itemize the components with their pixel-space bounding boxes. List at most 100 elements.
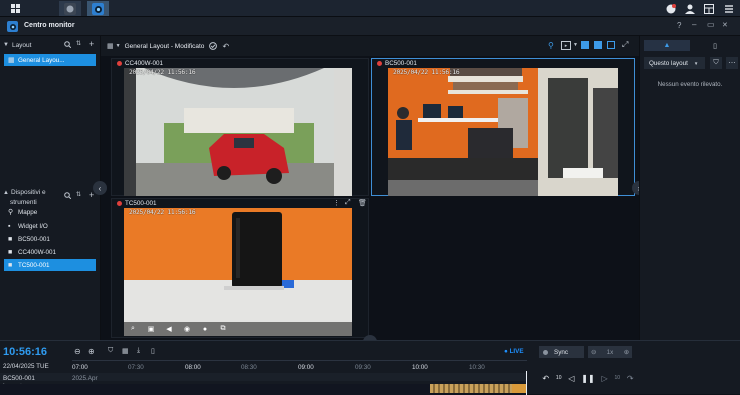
undo-icon[interactable]: ↶ [222,42,229,51]
restore-button[interactable]: ▭ [707,20,715,29]
bookmark-icon[interactable]: ▯ [151,347,155,355]
layout-item-general[interactable]: ▦ General Layou... [4,54,96,66]
devices-section-header[interactable]: ▲ Dispositivi e strumenti [3,188,63,207]
device-item-label: CC400W-001 [18,248,57,256]
volume-icon[interactable]: ◀ [164,325,174,333]
speed-label: 1x [606,348,614,356]
tab-bookmarks[interactable]: ▯ [692,40,738,51]
camera-icon: ■ [8,261,13,269]
camera-timestamp: 2025/04/22 11:56:16 [393,69,460,76]
chevron-down-icon[interactable]: ▼ [573,42,578,48]
recording-dot-icon [117,61,122,66]
device-item-bc500[interactable]: ■ BC500-001 [4,233,96,245]
skip-forward-label[interactable]: 10 [614,375,620,381]
fit-view-icon[interactable] [594,41,602,49]
speed-decrease-icon[interactable]: ⊖ [591,349,596,356]
chevron-down-icon: ▼ [693,60,699,66]
live-indicator[interactable]: ● LIVE [504,348,524,355]
clock-time: 10:56:16 [3,346,48,358]
zoom-in-icon[interactable]: ⊕ [88,347,95,356]
next-frame-icon[interactable]: ▷ [601,374,607,383]
sort-icon[interactable]: ⇅ [76,191,81,198]
more-options-icon[interactable]: ⋮ [333,199,340,207]
chat-icon[interactable] [664,1,678,16]
ptz-icon[interactable]: ⧉ [218,325,228,333]
layout-section-header[interactable]: ▼ Layout [0,38,100,52]
search-icon[interactable] [64,41,71,48]
pin-icon[interactable]: ⚲ [548,41,554,50]
calendar-icon[interactable]: ▦ [122,347,129,355]
step-forward-icon[interactable]: ↷ [627,374,634,383]
pause-icon[interactable]: ❚❚ [581,374,594,383]
app-logo-icon [7,21,18,34]
timeline-ruler-line [72,360,527,361]
camera-controls: ⌕ ▣ ◀ ◉ ● ⧉ [124,322,352,336]
record-icon[interactable]: ● [200,326,210,333]
chevron-down-icon[interactable]: ▼ [116,43,121,49]
layout-toolbar: ▦ ▼ General Layout - Modificato ↶ ⚲ ▸ ▼ … [101,36,639,56]
device-item-widget-io[interactable]: ▪ Widget I/O [4,220,96,232]
download-icon[interactable]: ⤓ [137,347,140,355]
camera-tile-tc500[interactable]: TC500-001 ⋮ ⤢ 🗑 2025/04/22 11:56:16 ⌕ ▣ … [111,198,369,338]
tick-major: 08:00 [185,364,201,371]
grid-view-icon[interactable] [581,41,589,49]
device-item-tc500[interactable]: ■ TC500-001 [4,259,96,271]
prev-frame-icon[interactable]: ◁ [568,374,574,383]
camera-name: CC400W-001 [125,60,164,67]
user-icon[interactable] [683,1,697,16]
collapse-icon[interactable]: ▼ [3,42,9,48]
minimize-button[interactable]: – [692,20,696,29]
fullscreen-icon[interactable]: ⤢ [622,40,628,50]
add-icon[interactable]: + [89,39,94,49]
recording-dot-icon [377,61,382,66]
filter-icon[interactable]: ⛉ [710,57,722,69]
tab-events[interactable]: ▲ [644,40,690,51]
collapse-icon[interactable]: ▲ [3,189,9,198]
widgets-icon[interactable] [702,1,716,16]
zoom-icon[interactable]: ⌕ [128,325,138,333]
device-item-mappe[interactable]: ⚲ Mappe [4,206,96,218]
layout-filter-select[interactable]: Questo layout ▼ [644,57,705,69]
snapshot-icon[interactable]: ◉ [182,325,192,333]
camera-tile-cc400w[interactable]: CC400W-001 2025/04/22 11:56:16 [111,58,369,196]
camera-tile-bc500[interactable]: BC500-001 2025/04/22 11:56:16 [371,58,635,196]
speed-increase-icon[interactable]: ⊕ [624,349,629,356]
step-back-icon[interactable]: ↶ [542,374,549,383]
search-icon[interactable] [64,192,71,199]
live-view-area: ▦ ▼ General Layout - Modificato ↶ ⚲ ▸ ▼ … [93,36,646,349]
speed-control[interactable]: ⊖ 1x ⊕ [588,346,632,358]
surveillance-app-icon[interactable] [87,1,109,16]
fisheye-icon[interactable]: ▣ [146,325,156,333]
recording-track[interactable] [0,384,527,395]
bookmark-icon: ▯ [713,42,717,50]
main-menu-icon[interactable] [4,1,26,16]
layout-grid-icon[interactable]: ▦ [107,42,114,50]
close-button[interactable]: ✕ [722,21,728,29]
overlay-icon[interactable]: ▸ [561,41,571,50]
playhead[interactable] [526,371,527,395]
taskbar-app-icon[interactable] [59,1,81,16]
window-icon[interactable] [607,41,615,49]
timeline-panel: 10:56:16 22/04/2025 TUE ⊖ ⊕ ⛉ ▦ ⤓ ▯ ● LI… [0,340,740,395]
track-date: 2025.Apr [72,375,98,382]
sync-button[interactable]: Sync [539,346,584,358]
help-button[interactable]: ? [677,21,681,30]
confirm-icon[interactable] [209,42,218,50]
sort-icon[interactable]: ⇅ [76,40,81,47]
device-item-cc400w[interactable]: ■ CC400W-001 [4,246,96,258]
recording-segment [512,384,526,393]
expand-icon[interactable]: ⤢ [345,199,351,207]
track-name: BC500-001 [3,375,35,382]
delete-icon[interactable]: 🗑 [358,199,367,207]
left-panel: ▼ Layout ⇅ + ▦ General Layou... ▲ Disposi… [0,36,101,340]
clock-date: 22/04/2025 TUE [3,363,49,370]
prev-page-button[interactable]: ‹ [93,181,107,195]
filter-icon[interactable]: ⛉ [108,347,113,355]
skip-back-label[interactable]: 10 [556,375,562,381]
recording-dot-icon [117,201,122,206]
options-icon[interactable] [722,1,736,16]
more-options-icon[interactable]: ⋯ [726,57,738,69]
zoom-out-icon[interactable]: ⊖ [74,347,81,356]
camera-name: BC500-001 [385,60,417,67]
widget-icon: ▪ [8,222,11,230]
